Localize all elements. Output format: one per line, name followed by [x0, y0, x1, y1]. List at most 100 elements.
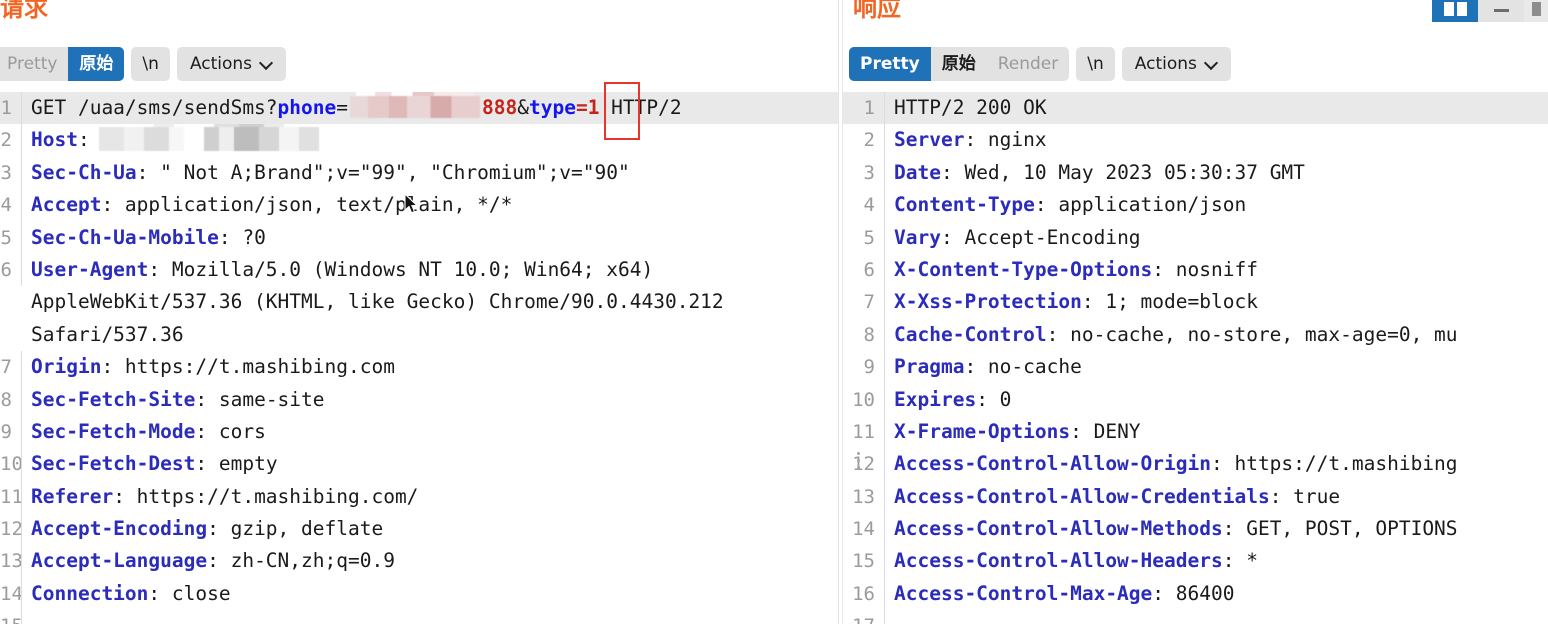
code-line: 5 Sec-Ch-Ua-Mobile: ?0 — [0, 221, 838, 254]
code-line: Safari/537.36 — [0, 319, 838, 351]
line-content: Accept-Encoding: gzip, deflate — [31, 517, 384, 541]
line-content: Server: nginx — [894, 128, 1047, 152]
request-actions-button[interactable]: Actions — [177, 47, 286, 81]
line-number: 11 — [843, 415, 885, 449]
tab-response-newline[interactable]: \n — [1076, 47, 1115, 81]
line-number: 12 — [843, 448, 885, 481]
line-content: Access-Control-Allow-Credentials: true — [894, 484, 1341, 508]
line-number: 14 — [0, 577, 22, 611]
code-line: 6 X-Content-Type-Options: nosniff — [843, 253, 1548, 287]
line-content: Host: — [22, 124, 838, 156]
code-line: 3 Date: Wed, 10 May 2023 05:30:37 GMT — [843, 156, 1548, 190]
response-actions-label: Actions — [1134, 54, 1197, 74]
line-number: 10 — [843, 383, 885, 416]
line-content: Connection: close — [31, 581, 231, 605]
response-view-tabgroup: Pretty 原始 Render — [849, 47, 1070, 81]
line-number: 3 — [0, 156, 22, 190]
line-content: X-Content-Type-Options: nosniff — [894, 257, 1258, 281]
line-number: 15 — [843, 545, 885, 578]
drag-handle-icon[interactable] — [857, 452, 862, 471]
line-number: 13 — [0, 545, 22, 578]
line-number: 4 — [0, 189, 22, 222]
code-line: 8 Sec-Fetch-Site: same-site — [0, 383, 838, 416]
code-line: 16 Access-Control-Max-Age: 86400 — [843, 577, 1548, 611]
line-content: Access-Control-Max-Age: 86400 — [894, 581, 1235, 605]
line-number: 3 — [843, 156, 885, 190]
line-number: 17 — [843, 610, 885, 624]
line-number: 6 — [843, 253, 885, 287]
response-tabbar: Pretty 原始 Render \n Actions — [849, 47, 1231, 81]
tab-response-pretty[interactable]: Pretty — [849, 47, 931, 81]
line-content: Access-Control-Allow-Origin: https://t.m… — [894, 452, 1458, 476]
code-line: 13 Access-Control-Allow-Credentials: true — [843, 480, 1548, 514]
response-actions-button[interactable]: Actions — [1122, 47, 1231, 81]
code-line: 1 GET /uaa/sms/sendSms?phone= 888&type=1 H… — [0, 92, 838, 125]
code-line: 12 Access-Control-Allow-Origin: https://t… — [843, 448, 1548, 481]
minimize-icon[interactable] — [1478, 0, 1524, 22]
response-panel-title: 响应 — [853, 0, 901, 22]
line-number: 12 — [0, 513, 22, 546]
panel-splitter[interactable] — [838, 0, 843, 624]
code-line: 12 Accept-Encoding: gzip, deflate — [0, 513, 838, 546]
line-content: Access-Control-Allow-Headers: * — [894, 549, 1258, 573]
code-line: 13 Accept-Language: zh-CN,zh;q=0.9 — [0, 545, 838, 578]
code-line: 15 — [0, 610, 838, 624]
line-number: 8 — [843, 318, 885, 352]
tab-request-pretty[interactable]: Pretty — [0, 47, 68, 81]
chevron-down-icon — [1206, 56, 1219, 69]
code-line: 10 Sec-Fetch-Dest: empty — [0, 448, 838, 481]
line-content: HTTP/2 200 OK — [894, 96, 1047, 119]
burp-suite-request-response-view: 请求 Pretty 原始 \n Actions 1 GET /uaa/sms/se… — [0, 0, 1548, 624]
response-actions-tabgroup: Actions — [1121, 47, 1231, 81]
code-line: 17 — [843, 610, 1548, 624]
line-number: 11 — [0, 480, 22, 514]
code-line: 14 Access-Control-Allow-Methods: GET, POS… — [843, 513, 1548, 546]
line-content: Sec-Ch-Ua-Mobile: ?0 — [31, 225, 266, 249]
line-content: Access-Control-Allow-Methods: GET, POST,… — [894, 517, 1458, 541]
line-number: 14 — [843, 513, 885, 546]
request-message-editor[interactable]: 1 GET /uaa/sms/sendSms?phone= 888&type=1 H… — [0, 92, 838, 624]
line-number: 10 — [0, 448, 22, 481]
request-actions-label: Actions — [189, 54, 253, 74]
line-number: 7 — [0, 351, 22, 384]
line-number: 2 — [843, 124, 885, 157]
line-content: Cache-Control: no-cache, no-store, max-a… — [894, 322, 1458, 346]
response-panel: 响应 Pretty 原始 Render \n Actions 1 HTTP/2 2… — [843, 0, 1548, 624]
line-number: 7 — [843, 286, 885, 319]
code-line: 4 Accept: application/json, text/plain, *… — [0, 189, 838, 222]
code-line: 9 Pragma: no-cache — [843, 351, 1548, 384]
line-content: X-Xss-Protection: 1; mode=block — [894, 290, 1258, 314]
request-actions-tabgroup: Actions — [176, 47, 287, 81]
line-content: AppleWebKit/537.36 (KHTML, like Gecko) C… — [31, 290, 724, 314]
code-line: 1 HTTP/2 200 OK — [843, 92, 1548, 125]
line-content: Safari/537.36 — [31, 322, 184, 346]
chevron-down-icon — [261, 56, 274, 69]
code-line: 11 Referer: https://t.mashibing.com/ — [0, 480, 838, 514]
split-view-icon[interactable] — [1432, 0, 1478, 22]
code-line: 2 Host: — [0, 124, 838, 157]
line-content: Sec-Ch-Ua: " Not A;Brand";v="99", "Chrom… — [31, 160, 630, 184]
tab-request-newline[interactable]: \n — [131, 47, 170, 81]
tab-response-render[interactable]: Render — [987, 47, 1070, 81]
request-panel-title: 请求 — [0, 0, 48, 22]
tab-request-raw[interactable]: 原始 — [68, 47, 125, 81]
line-number: 9 — [843, 351, 885, 384]
request-panel: 请求 Pretty 原始 \n Actions 1 GET /uaa/sms/se… — [0, 0, 838, 624]
response-message-editor[interactable]: 1 HTTP/2 200 OK 2 Server: nginx 3 Date: Wed, … — [843, 92, 1548, 624]
line-content: Accept-Language: zh-CN,zh;q=0.9 — [31, 549, 395, 573]
maximize-icon[interactable] — [1524, 0, 1548, 22]
request-tabbar: Pretty 原始 \n Actions — [0, 47, 287, 81]
code-line: 6 User-Agent: Mozilla/5.0 (Windows NT 10.… — [0, 253, 838, 287]
response-newline-tabgroup: \n — [1076, 47, 1115, 81]
code-line: 5 Vary: Accept-Encoding — [843, 221, 1548, 254]
line-number: 1 — [0, 92, 22, 125]
line-content: Date: Wed, 10 May 2023 05:30:37 GMT — [894, 160, 1305, 184]
line-number: 2 — [0, 124, 22, 157]
redacted-phone-value — [350, 92, 480, 118]
line-number: 1 — [843, 92, 885, 125]
line-number: 15 — [0, 610, 22, 624]
tab-response-raw[interactable]: 原始 — [931, 47, 987, 81]
redacted-host-value — [93, 124, 344, 152]
line-number: 8 — [0, 383, 22, 416]
line-content: Sec-Fetch-Site: same-site — [31, 387, 325, 411]
